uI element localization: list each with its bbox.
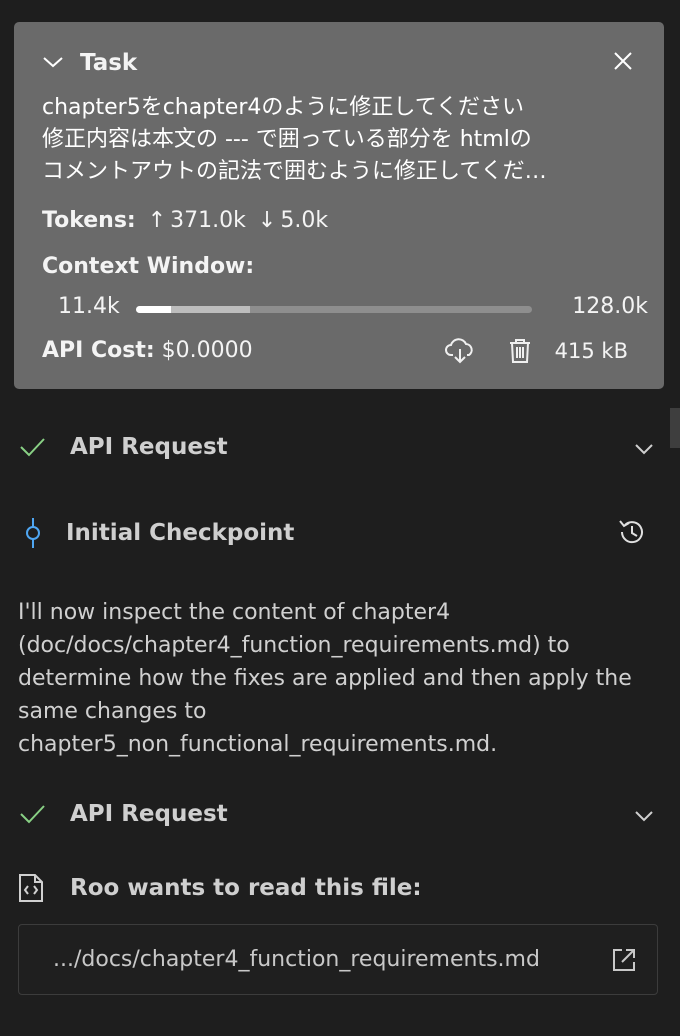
file-path: .../docs/chapter4_function_requirements.…	[53, 947, 540, 972]
file-path-box[interactable]: .../docs/chapter4_function_requirements.…	[18, 924, 658, 995]
api-request-row-1[interactable]: API Request	[18, 430, 658, 464]
api-cost-label: API Cost:	[42, 338, 155, 363]
read-file-row: Roo wants to read this file:	[18, 871, 658, 905]
task-title: Task	[80, 50, 138, 76]
read-file-label: Roo wants to read this file:	[70, 875, 422, 901]
link-external-icon[interactable]	[611, 947, 637, 979]
context-window-label: Context Window:	[42, 254, 255, 279]
api-cost: API Cost: $0.0000	[42, 338, 253, 363]
checkpoint-label: Initial Checkpoint	[66, 520, 295, 546]
file-code-icon	[18, 873, 50, 903]
arrow-down-icon: ↓	[257, 208, 277, 233]
task-header[interactable]: Task	[42, 50, 137, 76]
task-text: chapter5をchapter4のように修正してください 修正内容は本文の -…	[42, 92, 642, 188]
assistant-message: I'll now inspect the content of chapter4…	[18, 600, 632, 757]
checkpoint-row: Initial Checkpoint	[18, 516, 658, 550]
tokens-label: Tokens:	[42, 208, 136, 233]
chevron-down-icon[interactable]	[634, 803, 654, 829]
api-request-label: API Request	[70, 434, 228, 460]
check-icon	[18, 436, 50, 458]
task-text-line: chapter5をchapter4のように修正してください	[42, 95, 525, 120]
cloud-download-icon[interactable]	[444, 336, 475, 366]
context-used: 11.4k	[58, 294, 120, 319]
arrow-up-icon: ↑	[147, 208, 167, 233]
task-actions: 415 kB	[444, 336, 628, 366]
trash-icon[interactable]	[505, 336, 535, 366]
context-progress-bar	[136, 306, 532, 313]
check-icon	[18, 803, 50, 825]
chevron-down-icon[interactable]	[42, 54, 64, 73]
tokens-down-value: 5.0k	[280, 208, 329, 233]
history-icon[interactable]	[616, 516, 648, 554]
chevron-down-icon[interactable]	[634, 436, 654, 462]
context-reserved-fill	[171, 306, 251, 313]
context-max: 128.0k	[572, 294, 648, 319]
tokens-up-value: 371.0k	[170, 208, 246, 233]
context-window-row: 11.4k 128.0k	[58, 294, 648, 324]
task-text-line: 修正内容は本文の --- で囲っている部分を htmlの	[42, 127, 532, 152]
api-request-row-2[interactable]: API Request	[18, 797, 658, 831]
context-used-fill	[136, 306, 172, 313]
tokens-row: Tokens: ↑ 371.0k ↓ 5.0k	[42, 208, 328, 233]
close-icon[interactable]	[612, 50, 634, 72]
task-text-line: コメントアウトの記法で囲むように修正してくだ…	[42, 159, 547, 184]
api-request-label: API Request	[70, 801, 228, 827]
task-card: Task chapter5をchapter4のように修正してください 修正内容は…	[14, 22, 664, 389]
api-cost-value: $0.0000	[161, 338, 253, 363]
git-commit-icon	[18, 518, 50, 548]
task-size: 415 kB	[554, 339, 628, 363]
scrollbar-thumb[interactable]	[670, 408, 680, 448]
